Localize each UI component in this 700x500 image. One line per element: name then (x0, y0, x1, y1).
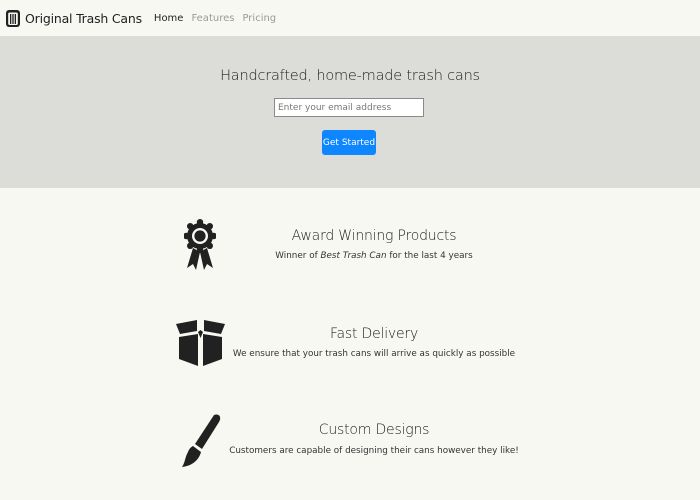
feature-delivery: Fast Delivery We ensure that your trash … (0, 318, 700, 378)
feature-award: Award Winning Products Winner of Best Tr… (0, 218, 700, 288)
nav-home[interactable]: Home (154, 13, 184, 24)
brand-name: Original Trash Cans (25, 10, 142, 26)
get-started-button[interactable]: Get Started (322, 130, 376, 155)
feature-description: Customers are capable of designing their… (229, 446, 519, 456)
email-input[interactable] (274, 98, 424, 117)
trash-can-icon (6, 10, 20, 27)
hero-title: Handcrafted, home-made trash cans (220, 68, 480, 84)
emphasized-award-name: Best Trash Can (320, 251, 387, 261)
feature-title: Award Winning Products (291, 228, 457, 244)
nav-features[interactable]: Features (191, 13, 234, 24)
award-ribbon-icon (184, 219, 216, 270)
feature-description: We ensure that your trash cans will arri… (232, 349, 516, 359)
nav-pricing[interactable]: Pricing (242, 13, 276, 24)
feature-title: Fast Delivery (329, 326, 419, 342)
navbar: Original Trash Cans Home Features Pricin… (0, 0, 700, 36)
brand-link[interactable]: Original Trash Cans (5, 8, 142, 28)
hero-section: Handcrafted, home-made trash cans Get St… (0, 36, 700, 188)
feature-title: Custom Designs (318, 422, 430, 438)
feature-description: Winner of Best Trash Can for the last 4 … (275, 251, 473, 261)
feature-custom: Custom Designs Customers are capable of … (0, 412, 700, 472)
